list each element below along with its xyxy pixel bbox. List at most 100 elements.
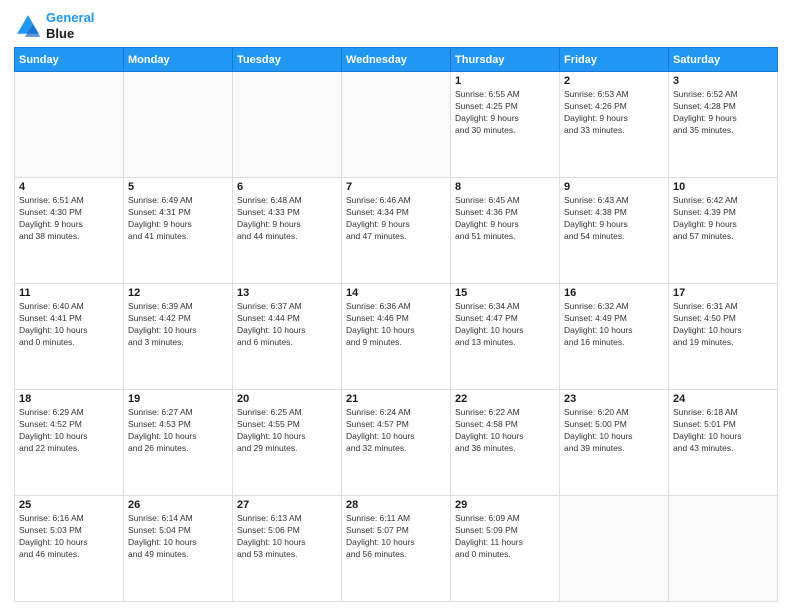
day-number: 4 <box>19 181 119 193</box>
day-info: Sunrise: 6:55 AMSunset: 4:25 PMDaylight:… <box>455 89 555 137</box>
calendar-dow-sunday: Sunday <box>15 48 124 72</box>
calendar-cell: 12 Sunrise: 6:39 AMSunset: 4:42 PMDayligh… <box>124 284 233 390</box>
calendar-cell: 10 Sunrise: 6:42 AMSunset: 4:39 PMDayligh… <box>669 178 778 284</box>
calendar-cell: 21 Sunrise: 6:24 AMSunset: 4:57 PMDayligh… <box>342 390 451 496</box>
calendar-cell: 5Sunrise: 6:49 AMSunset: 4:31 PMDaylight… <box>124 178 233 284</box>
day-number: 24 <box>673 393 773 405</box>
calendar-cell: 28 Sunrise: 6:11 AMSunset: 5:07 PMDayligh… <box>342 496 451 602</box>
day-number: 26 <box>128 499 228 511</box>
day-info: Sunrise: 6:48 AMSunset: 4:33 PMDaylight:… <box>237 195 337 243</box>
day-number: 16 <box>564 287 664 299</box>
day-number: 10 <box>673 181 773 193</box>
calendar-table: SundayMondayTuesdayWednesdayThursdayFrid… <box>14 47 778 602</box>
logo-text: General Blue <box>46 10 94 41</box>
day-number: 12 <box>128 287 228 299</box>
day-info: Sunrise: 6:37 AMSunset: 4:44 PMDaylight:… <box>237 301 337 349</box>
day-info: Sunrise: 6:11 AMSunset: 5:07 PMDaylight:… <box>346 513 446 561</box>
logo: General Blue <box>14 10 94 41</box>
calendar-cell: 2 Sunrise: 6:53 AMSunset: 4:26 PMDaylight… <box>560 72 669 178</box>
logo-icon <box>14 12 42 40</box>
calendar-cell <box>560 496 669 602</box>
day-number: 6 <box>237 181 337 193</box>
calendar-cell: 8Sunrise: 6:45 AMSunset: 4:36 PMDaylight… <box>451 178 560 284</box>
day-info: Sunrise: 6:24 AMSunset: 4:57 PMDaylight:… <box>346 407 446 455</box>
day-number: 13 <box>237 287 337 299</box>
day-number: 23 <box>564 393 664 405</box>
day-info: Sunrise: 6:09 AMSunset: 5:09 PMDaylight:… <box>455 513 555 561</box>
calendar-header-row: SundayMondayTuesdayWednesdayThursdayFrid… <box>15 48 778 72</box>
calendar-cell: 24Sunrise: 6:18 AMSunset: 5:01 PMDayligh… <box>669 390 778 496</box>
day-info: Sunrise: 6:34 AMSunset: 4:47 PMDaylight:… <box>455 301 555 349</box>
calendar-cell: 19 Sunrise: 6:27 AMSunset: 4:53 PMDayligh… <box>124 390 233 496</box>
calendar-dow-friday: Friday <box>560 48 669 72</box>
calendar-cell <box>124 72 233 178</box>
calendar-cell: 14 Sunrise: 6:36 AMSunset: 4:46 PMDayligh… <box>342 284 451 390</box>
day-info: Sunrise: 6:22 AMSunset: 4:58 PMDaylight:… <box>455 407 555 455</box>
calendar-cell: 25 Sunrise: 6:16 AMSunset: 5:03 PMDayligh… <box>15 496 124 602</box>
day-info: Sunrise: 6:27 AMSunset: 4:53 PMDaylight:… <box>128 407 228 455</box>
header: General Blue <box>14 10 778 41</box>
day-number: 27 <box>237 499 337 511</box>
day-info: Sunrise: 6:16 AMSunset: 5:03 PMDaylight:… <box>19 513 119 561</box>
calendar-cell: 1 Sunrise: 6:55 AMSunset: 4:25 PMDaylight… <box>451 72 560 178</box>
calendar-dow-saturday: Saturday <box>669 48 778 72</box>
day-number: 19 <box>128 393 228 405</box>
day-number: 1 <box>455 75 555 87</box>
calendar-cell <box>233 72 342 178</box>
day-number: 21 <box>346 393 446 405</box>
day-number: 3 <box>673 75 773 87</box>
day-info: Sunrise: 6:20 AMSunset: 5:00 PMDaylight:… <box>564 407 664 455</box>
day-info: Sunrise: 6:25 AMSunset: 4:55 PMDaylight:… <box>237 407 337 455</box>
day-number: 11 <box>19 287 119 299</box>
calendar-cell: 26 Sunrise: 6:14 AMSunset: 5:04 PMDayligh… <box>124 496 233 602</box>
calendar-cell: 3 Sunrise: 6:52 AMSunset: 4:28 PMDaylight… <box>669 72 778 178</box>
day-info: Sunrise: 6:46 AMSunset: 4:34 PMDaylight:… <box>346 195 446 243</box>
day-info: Sunrise: 6:29 AMSunset: 4:52 PMDaylight:… <box>19 407 119 455</box>
calendar-cell: 23 Sunrise: 6:20 AMSunset: 5:00 PMDayligh… <box>560 390 669 496</box>
calendar-cell <box>15 72 124 178</box>
day-info: Sunrise: 6:49 AMSunset: 4:31 PMDaylight:… <box>128 195 228 243</box>
calendar-cell: 17 Sunrise: 6:31 AMSunset: 4:50 PMDayligh… <box>669 284 778 390</box>
calendar-week-3: 18Sunrise: 6:29 AMSunset: 4:52 PMDayligh… <box>15 390 778 496</box>
day-info: Sunrise: 6:42 AMSunset: 4:39 PMDaylight:… <box>673 195 773 243</box>
day-info: Sunrise: 6:51 AMSunset: 4:30 PMDaylight:… <box>19 195 119 243</box>
day-info: Sunrise: 6:14 AMSunset: 5:04 PMDaylight:… <box>128 513 228 561</box>
day-number: 25 <box>19 499 119 511</box>
calendar-cell: 15Sunrise: 6:34 AMSunset: 4:47 PMDayligh… <box>451 284 560 390</box>
calendar-week-1: 4 Sunrise: 6:51 AMSunset: 4:30 PMDaylight… <box>15 178 778 284</box>
calendar-dow-monday: Monday <box>124 48 233 72</box>
day-info: Sunrise: 6:13 AMSunset: 5:06 PMDaylight:… <box>237 513 337 561</box>
day-info: Sunrise: 6:53 AMSunset: 4:26 PMDaylight:… <box>564 89 664 137</box>
day-number: 8 <box>455 181 555 193</box>
day-info: Sunrise: 6:32 AMSunset: 4:49 PMDaylight:… <box>564 301 664 349</box>
calendar-dow-thursday: Thursday <box>451 48 560 72</box>
day-info: Sunrise: 6:43 AMSunset: 4:38 PMDaylight:… <box>564 195 664 243</box>
calendar-cell: 29 Sunrise: 6:09 AMSunset: 5:09 PMDayligh… <box>451 496 560 602</box>
calendar-cell: 4 Sunrise: 6:51 AMSunset: 4:30 PMDaylight… <box>15 178 124 284</box>
calendar-cell: 9 Sunrise: 6:43 AMSunset: 4:38 PMDaylight… <box>560 178 669 284</box>
calendar-cell: 16 Sunrise: 6:32 AMSunset: 4:49 PMDayligh… <box>560 284 669 390</box>
day-number: 2 <box>564 75 664 87</box>
calendar-week-0: 1 Sunrise: 6:55 AMSunset: 4:25 PMDaylight… <box>15 72 778 178</box>
day-info: Sunrise: 6:36 AMSunset: 4:46 PMDaylight:… <box>346 301 446 349</box>
day-number: 17 <box>673 287 773 299</box>
day-info: Sunrise: 6:39 AMSunset: 4:42 PMDaylight:… <box>128 301 228 349</box>
calendar-cell: 7Sunrise: 6:46 AMSunset: 4:34 PMDaylight… <box>342 178 451 284</box>
calendar-dow-wednesday: Wednesday <box>342 48 451 72</box>
day-info: Sunrise: 6:52 AMSunset: 4:28 PMDaylight:… <box>673 89 773 137</box>
calendar-week-2: 11 Sunrise: 6:40 AMSunset: 4:41 PMDayligh… <box>15 284 778 390</box>
day-number: 14 <box>346 287 446 299</box>
calendar-cell: 11 Sunrise: 6:40 AMSunset: 4:41 PMDayligh… <box>15 284 124 390</box>
calendar-dow-tuesday: Tuesday <box>233 48 342 72</box>
day-info: Sunrise: 6:31 AMSunset: 4:50 PMDaylight:… <box>673 301 773 349</box>
day-number: 29 <box>455 499 555 511</box>
day-number: 22 <box>455 393 555 405</box>
calendar-week-4: 25 Sunrise: 6:16 AMSunset: 5:03 PMDayligh… <box>15 496 778 602</box>
calendar-cell: 6 Sunrise: 6:48 AMSunset: 4:33 PMDaylight… <box>233 178 342 284</box>
day-number: 28 <box>346 499 446 511</box>
calendar-cell: 13 Sunrise: 6:37 AMSunset: 4:44 PMDayligh… <box>233 284 342 390</box>
day-number: 9 <box>564 181 664 193</box>
calendar-cell <box>342 72 451 178</box>
day-info: Sunrise: 6:40 AMSunset: 4:41 PMDaylight:… <box>19 301 119 349</box>
day-number: 20 <box>237 393 337 405</box>
